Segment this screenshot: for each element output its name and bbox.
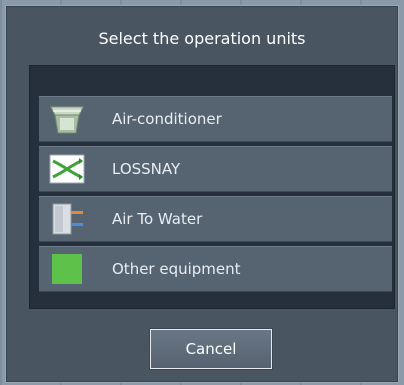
lossnay-ventilation-icon	[49, 154, 85, 184]
green-square-icon	[52, 254, 82, 284]
unit-item-label: Other equipment	[112, 260, 241, 278]
unit-list-panel: Air-conditioner LOSSNAY Air To Water Oth…	[29, 65, 395, 309]
air-to-water-unit-icon	[52, 203, 83, 235]
dialog-title: Select the operation units	[98, 29, 306, 48]
unit-item-other-equipment[interactable]: Other equipment	[39, 246, 392, 292]
ceiling-cassette-ac-icon	[50, 106, 84, 134]
unit-item-lossnay[interactable]: LOSSNAY	[39, 146, 392, 192]
unit-item-label: LOSSNAY	[112, 160, 181, 178]
unit-item-air-conditioner[interactable]: Air-conditioner	[39, 96, 392, 142]
unit-item-label: Air-conditioner	[112, 110, 222, 128]
unit-item-label: Air To Water	[112, 210, 203, 228]
cancel-button[interactable]: Cancel	[149, 328, 273, 370]
select-operation-units-dialog: Select the operation units Air-condition…	[6, 6, 398, 382]
unit-item-air-to-water[interactable]: Air To Water	[39, 196, 392, 242]
